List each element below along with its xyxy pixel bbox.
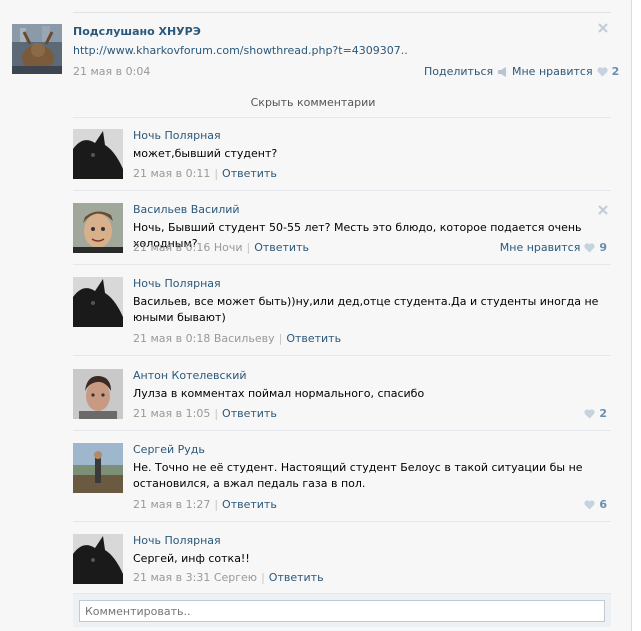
comment-date[interactable]: 21 мая в 0:16 — [133, 241, 210, 254]
commenter-avatar[interactable] — [73, 203, 123, 253]
comment-text: может,бывший студент? — [133, 147, 278, 160]
reply-link[interactable]: Ответить — [269, 571, 324, 584]
reply-link[interactable]: Ответить — [222, 407, 277, 420]
heart-icon — [584, 408, 595, 418]
commenter-avatar[interactable] — [73, 129, 123, 179]
share-button[interactable]: Поделиться — [424, 65, 509, 78]
comment-like-button[interactable]: 6 — [584, 498, 607, 511]
close-icon[interactable] — [597, 204, 609, 219]
comment-input[interactable] — [79, 600, 605, 622]
comment-like-button[interactable]: 2 — [584, 407, 607, 420]
megaphone-icon — [498, 66, 507, 77]
comment-like-label: Мне нравится — [499, 241, 581, 254]
heart-icon — [584, 499, 595, 509]
commenter-name[interactable]: Васильев Василий — [133, 203, 240, 216]
reply-link[interactable]: Ответить — [222, 167, 277, 180]
commenter-name[interactable]: Антон Котелевский — [133, 369, 247, 382]
comment-meta: 21 мая в 0:11 | Ответить — [133, 167, 277, 180]
separator: | — [261, 571, 265, 584]
comment-meta: 21 мая в 1:27 | Ответить — [133, 498, 277, 511]
top-divider — [73, 12, 611, 13]
separator: | — [214, 167, 219, 180]
comment-meta: 21 мая в 0:16 Ночи | Ответить — [133, 241, 309, 254]
commenter-avatar[interactable] — [73, 443, 123, 493]
comment-date[interactable]: 21 мая в 0:18 — [133, 332, 210, 345]
comment-like-count: 9 — [599, 241, 607, 254]
reply-link[interactable]: Ответить — [286, 332, 341, 345]
comment-date[interactable]: 21 мая в 3:31 — [133, 571, 210, 584]
comment-meta: 21 мая в 1:05 | Ответить — [133, 407, 277, 420]
share-label: Поделиться — [424, 65, 494, 78]
post-like-button[interactable]: Мне нравится 2 — [512, 65, 619, 78]
reply-link[interactable]: Ответить — [222, 498, 277, 511]
post-like-label: Мне нравится — [512, 65, 593, 78]
comment-item: Ночь Полярная Сергей, инф сотка!! 21 мая… — [73, 521, 611, 593]
post-link[interactable]: http://www.kharkovforum.com/showthread.p… — [73, 44, 408, 57]
hide-comments-label: Скрыть комментарии — [250, 96, 376, 109]
comment-text: Васильев, все может быть))ну,или дед,отц… — [133, 295, 599, 324]
heart-icon — [584, 242, 595, 252]
separator: | — [214, 407, 219, 420]
commenter-avatar[interactable] — [73, 277, 123, 327]
reply-to[interactable]: Сергею — [214, 571, 257, 584]
comment-form — [73, 593, 611, 627]
reply-to[interactable]: Ночи — [214, 241, 243, 254]
comment-item: Сергей Рудь Не. Точно не её студент. Нас… — [73, 430, 611, 521]
commenter-avatar[interactable] — [73, 369, 123, 419]
separator: | — [278, 332, 283, 345]
commenter-name[interactable]: Ночь Полярная — [133, 129, 221, 142]
comment-text: Не. Точно не её студент. Настоящий студе… — [133, 461, 583, 490]
post-author-avatar[interactable] — [12, 24, 62, 74]
reply-link[interactable]: Ответить — [254, 241, 309, 254]
comment-like-button[interactable]: Мне нравится 9 — [500, 241, 607, 254]
reply-to[interactable]: Васильеву — [214, 332, 275, 345]
commenter-avatar[interactable] — [73, 534, 123, 584]
comment-item: Васильев Василий Ночь, Бывший студент 50… — [73, 190, 611, 264]
comment-text: Сергей, инф сотка!! — [133, 552, 250, 565]
comment-meta: 21 мая в 0:18 Васильеву | Ответить — [133, 332, 341, 345]
post-date[interactable]: 21 мая в 0:04 — [73, 65, 150, 78]
comment-like-count: 2 — [599, 407, 607, 420]
comment-date[interactable]: 21 мая в 1:05 — [133, 407, 210, 420]
heart-icon — [596, 66, 608, 76]
comment-date[interactable]: 21 мая в 1:27 — [133, 498, 210, 511]
comment-like-count: 6 — [599, 498, 607, 511]
comment-item: Ночь Полярная может,бывший студент? 21 м… — [73, 117, 611, 190]
separator: | — [246, 241, 251, 254]
close-icon[interactable] — [597, 22, 609, 37]
comment-item: Антон Котелевский Лулза в комментах пойм… — [73, 355, 611, 430]
comment-meta: 21 мая в 3:31 Сергею | Ответить — [133, 571, 324, 584]
post-author-name[interactable]: Подслушано ХНУРЭ — [73, 25, 201, 38]
commenter-name[interactable]: Ночь Полярная — [133, 277, 221, 290]
comment-date[interactable]: 21 мая в 0:11 — [133, 167, 210, 180]
commenter-name[interactable]: Ночь Полярная — [133, 534, 221, 547]
separator: | — [214, 498, 219, 511]
comment-item: Ночь Полярная Васильев, все может быть))… — [73, 264, 611, 355]
post-like-count: 2 — [611, 65, 620, 78]
commenter-name[interactable]: Сергей Рудь — [133, 443, 205, 456]
comment-text: Лулза в комментах поймал нормального, сп… — [133, 387, 425, 400]
hide-comments-link[interactable]: Скрыть комментарии — [0, 96, 641, 109]
